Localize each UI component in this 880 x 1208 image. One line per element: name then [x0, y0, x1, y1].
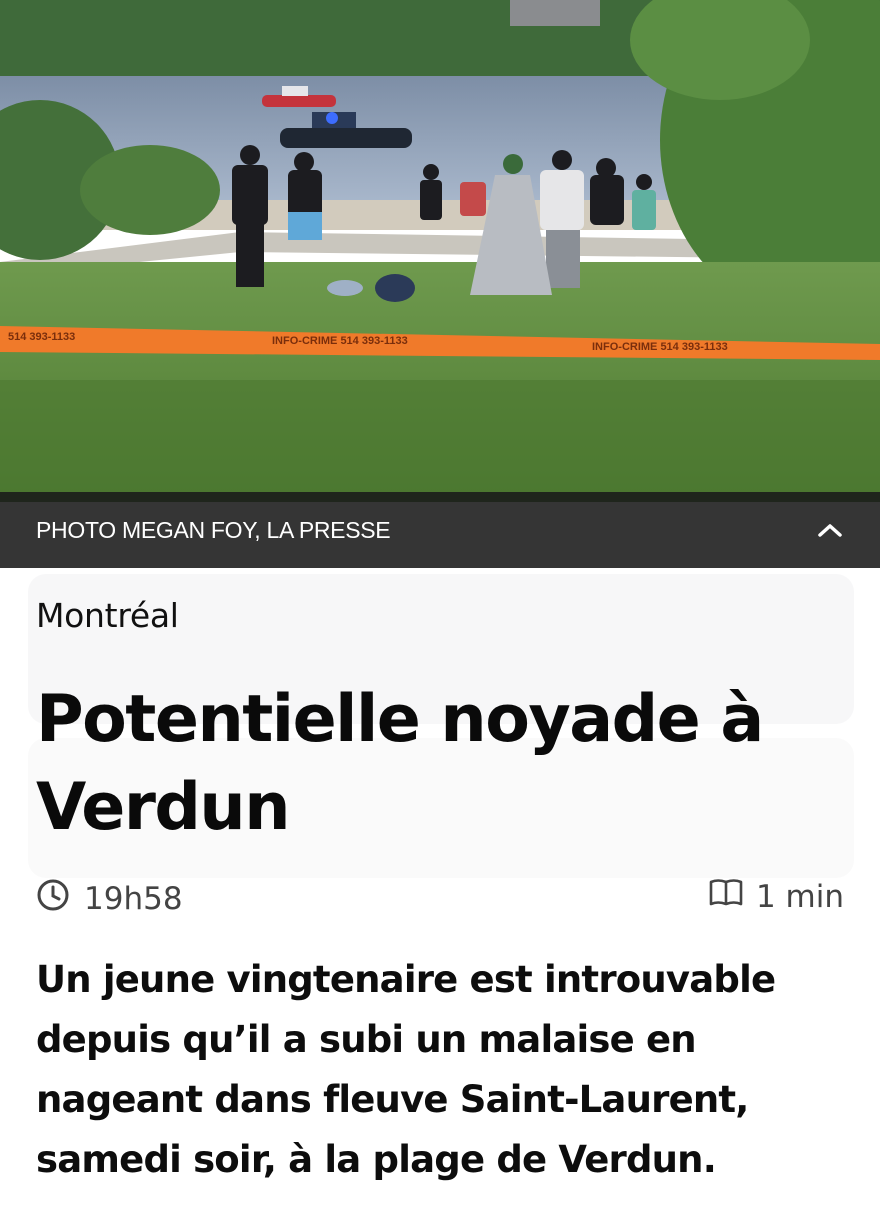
section-label[interactable]: Montréal — [36, 596, 179, 635]
publish-time: 19h58 — [36, 878, 183, 920]
read-time: 1 min — [708, 878, 844, 916]
article-title: Potentielle noyade à Verdun — [36, 682, 764, 845]
article-photo: 514 393-1133 INFO-CRIME 514 393-1133 INF… — [0, 0, 880, 568]
clock-icon — [36, 878, 70, 920]
photo-scene: 514 393-1133 INFO-CRIME 514 393-1133 INF… — [0, 0, 880, 502]
book-icon — [708, 878, 744, 916]
photo-caption-bar: PHOTO MEGAN FOY, LA PRESSE — [0, 492, 880, 568]
article-header: Montréal Potentielle noyade à Verdun 19h… — [0, 568, 880, 1208]
read-time-label: 1 min — [755, 879, 844, 915]
tape-text: 514 393-1133 — [8, 331, 75, 343]
time-label: 19h58 — [84, 881, 183, 917]
tape-text: INFO-CRIME 514 393-1133 — [272, 335, 408, 347]
tape-text: INFO-CRIME 514 393-1133 — [592, 341, 728, 353]
chevron-up-icon[interactable] — [816, 516, 844, 544]
photo-credit: PHOTO MEGAN FOY, LA PRESSE — [36, 516, 391, 543]
article-lead: Un jeune vingtenaire est introuvable dep… — [36, 958, 776, 1181]
